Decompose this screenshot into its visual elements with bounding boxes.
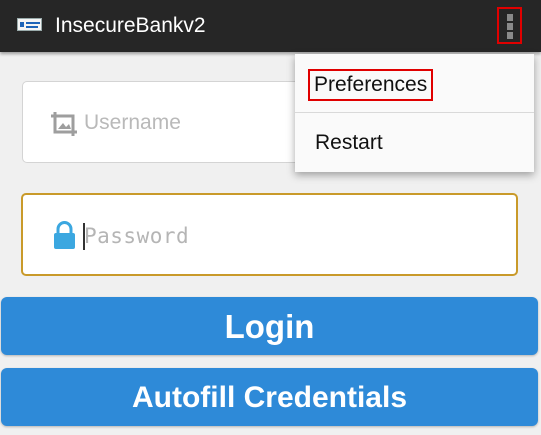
menu-item-label: Preferences	[308, 69, 434, 101]
app-title: InsecureBankv2	[55, 14, 206, 37]
more-vert-icon	[507, 14, 513, 21]
menu-item-restart[interactable]: Restart	[295, 113, 534, 171]
overflow-menu: Preferences Restart	[295, 54, 534, 172]
password-placeholder: Password	[84, 224, 190, 248]
password-field[interactable]: Password	[21, 193, 518, 276]
autofill-credentials-button[interactable]: Autofill Credentials	[1, 368, 538, 426]
overflow-menu-button[interactable]	[497, 7, 522, 44]
app-logo-icon	[17, 18, 42, 31]
username-placeholder: Username	[84, 111, 181, 134]
username-field[interactable]: Username	[22, 81, 322, 163]
app-bar: InsecureBankv2	[0, 0, 541, 52]
lock-icon	[54, 221, 75, 249]
login-button[interactable]: Login	[1, 297, 538, 355]
menu-item-label: Restart	[315, 131, 383, 154]
menu-item-preferences[interactable]: Preferences	[295, 54, 534, 112]
crop-icon	[51, 112, 77, 136]
